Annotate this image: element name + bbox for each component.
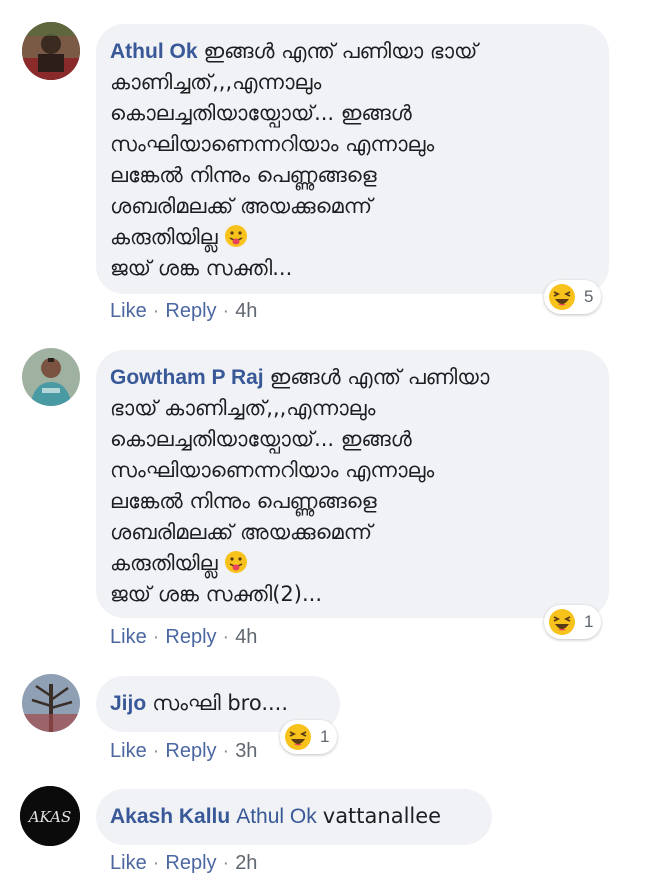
mention-link[interactable]: Athul Ok bbox=[236, 805, 317, 828]
comment-line: കരുതിയില്ല bbox=[110, 225, 218, 249]
comment-actions: Like · Reply · 4h bbox=[110, 300, 257, 323]
reaction-count-badge[interactable]: 1 bbox=[544, 605, 602, 639]
separator-dot: · bbox=[152, 300, 160, 322]
comment-time[interactable]: 3h bbox=[235, 740, 257, 762]
comment-text: Jijo സംഘി bro.... bbox=[110, 688, 326, 719]
separator-dot: · bbox=[152, 852, 160, 874]
comment-line: സംഘിയാണെന്നറിയാം എന്നാലും bbox=[110, 132, 435, 156]
comment-bubble: Gowtham P Raj ഇങ്ങൾ എന്ത് പണിയാ ഭായ് കാണി… bbox=[96, 350, 609, 618]
comment-line: ഭായ് കാണിച്ചത്,,,എന്നാലും bbox=[110, 396, 376, 420]
separator-dot: · bbox=[222, 626, 230, 648]
comment-actions: Like · Reply · 2h bbox=[110, 852, 257, 875]
comment-time[interactable]: 2h bbox=[235, 852, 257, 874]
comment-line: ലങ്കേൽ നിന്നും പെണ്ണുങ്ങളെ bbox=[110, 163, 377, 187]
comment-author[interactable]: Akash Kallu bbox=[110, 805, 230, 828]
comment-line: ഇങ്ങൾ എന്ത് പണിയാ bbox=[269, 365, 490, 389]
reply-link[interactable]: Reply bbox=[165, 626, 216, 648]
comment-text: Akash Kallu Athul Ok vattanallee bbox=[110, 801, 478, 832]
reply-link[interactable]: Reply bbox=[165, 740, 216, 762]
comment-line: കരുതിയില്ല bbox=[110, 551, 218, 575]
tongue-out-emoji-icon bbox=[225, 225, 248, 247]
comment-line: കാണിച്ചത്,,,എന്നാലും bbox=[110, 70, 322, 94]
reaction-count-badge[interactable]: 1 bbox=[280, 720, 338, 754]
like-link[interactable]: Like bbox=[110, 852, 147, 874]
separator-dot: · bbox=[222, 740, 230, 762]
like-link[interactable]: Like bbox=[110, 626, 147, 648]
separator-dot: · bbox=[222, 852, 230, 874]
reply-link[interactable]: Reply bbox=[165, 852, 216, 874]
comment-line: ജയ് ശങ്ക സക്തി... bbox=[110, 256, 293, 280]
separator-dot: · bbox=[152, 626, 160, 648]
reaction-count-badge[interactable]: 5 bbox=[544, 280, 602, 314]
reaction-count: 5 bbox=[584, 287, 594, 306]
avatar[interactable] bbox=[22, 674, 80, 732]
laughing-emoji-icon bbox=[549, 284, 575, 310]
tongue-out-emoji-icon bbox=[225, 551, 248, 573]
avatar[interactable] bbox=[22, 348, 80, 406]
comment-line: ശബരിമലക്ക് അയക്കുമെന്ന് bbox=[110, 194, 373, 218]
svg-text:AKAS: AKAS bbox=[27, 808, 72, 826]
avatar[interactable] bbox=[22, 22, 80, 80]
comment-line: കൊലച്ചതിയായ്പോയ്... ഇങ്ങൾ bbox=[110, 101, 412, 125]
avatar[interactable]: AKAS bbox=[20, 786, 80, 846]
comment-time[interactable]: 4h bbox=[235, 626, 257, 648]
comment-author[interactable]: Athul Ok bbox=[110, 40, 198, 63]
reaction-count: 1 bbox=[584, 612, 594, 631]
comment-bubble: Athul Ok ഇങ്ങൾ എന്ത് പണിയാ ഭായ് കാണിച്ചത്… bbox=[96, 24, 609, 294]
comment-line: ലങ്കേൽ നിന്നും പെണ്ണുങ്ങളെ bbox=[110, 489, 377, 513]
comment-bubble: Akash Kallu Athul Ok vattanallee bbox=[96, 789, 492, 845]
like-link[interactable]: Like bbox=[110, 300, 147, 322]
comment-author[interactable]: Gowtham P Raj bbox=[110, 366, 264, 389]
separator-dot: · bbox=[222, 300, 230, 322]
comment-text: Gowtham P Raj ഇങ്ങൾ എന്ത് പണിയാ ഭായ് കാണി… bbox=[110, 362, 595, 610]
like-link[interactable]: Like bbox=[110, 740, 147, 762]
reaction-count: 1 bbox=[320, 727, 330, 746]
comment-line: ജയ് ശങ്ക സക്തി(2)... bbox=[110, 582, 322, 606]
laughing-emoji-icon bbox=[285, 724, 311, 750]
laughing-emoji-icon bbox=[549, 609, 575, 635]
comment-actions: Like · Reply · 3h bbox=[110, 740, 257, 763]
comment-line: ശബരിമലക്ക് അയക്കുമെന്ന് bbox=[110, 520, 373, 544]
comment-actions: Like · Reply · 4h bbox=[110, 626, 257, 649]
comment-time[interactable]: 4h bbox=[235, 300, 257, 322]
comment-line: സംഘി bro.... bbox=[152, 691, 289, 715]
comment-line: കൊലച്ചതിയായ്പോയ്... ഇങ്ങൾ bbox=[110, 427, 412, 451]
comment-line: സംഘിയാണെന്നറിയാം എന്നാലും bbox=[110, 458, 435, 482]
comment-text: Athul Ok ഇങ്ങൾ എന്ത് പണിയാ ഭായ് കാണിച്ചത്… bbox=[110, 36, 595, 284]
separator-dot: · bbox=[152, 740, 160, 762]
comment-line: ഇങ്ങൾ എന്ത് പണിയാ ഭായ് bbox=[203, 39, 478, 63]
comment-author[interactable]: Jijo bbox=[110, 692, 146, 715]
comment-line: vattanallee bbox=[322, 804, 442, 828]
reply-link[interactable]: Reply bbox=[165, 300, 216, 322]
